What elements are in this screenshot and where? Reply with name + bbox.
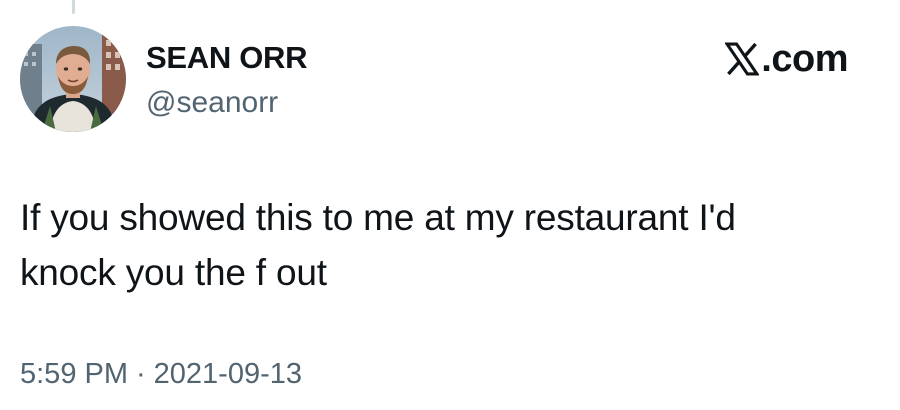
tweet-text: If you showed this to me at my restauran… bbox=[20, 190, 860, 300]
brand-logo: .com bbox=[725, 38, 848, 80]
tweet-text-line: knock you the f out bbox=[20, 252, 327, 293]
avatar[interactable] bbox=[20, 26, 126, 132]
x-logo-icon bbox=[725, 42, 760, 76]
author-display-name[interactable]: SEAN ORR bbox=[146, 40, 308, 76]
thread-connector-line bbox=[72, 0, 75, 14]
meta-separator: · bbox=[136, 358, 146, 390]
tweet-text-line: If you showed this to me at my restauran… bbox=[20, 197, 736, 238]
brand-domain-text: .com bbox=[761, 38, 848, 80]
author-handle[interactable]: @seanorr bbox=[146, 86, 278, 120]
tweet-date: 2021-09-13 bbox=[153, 358, 303, 390]
avatar-photo bbox=[20, 26, 126, 132]
tweet-time: 5:59 PM bbox=[20, 358, 128, 390]
tweet-timestamp[interactable]: 5:59 PM · 2021-09-13 bbox=[20, 358, 302, 391]
